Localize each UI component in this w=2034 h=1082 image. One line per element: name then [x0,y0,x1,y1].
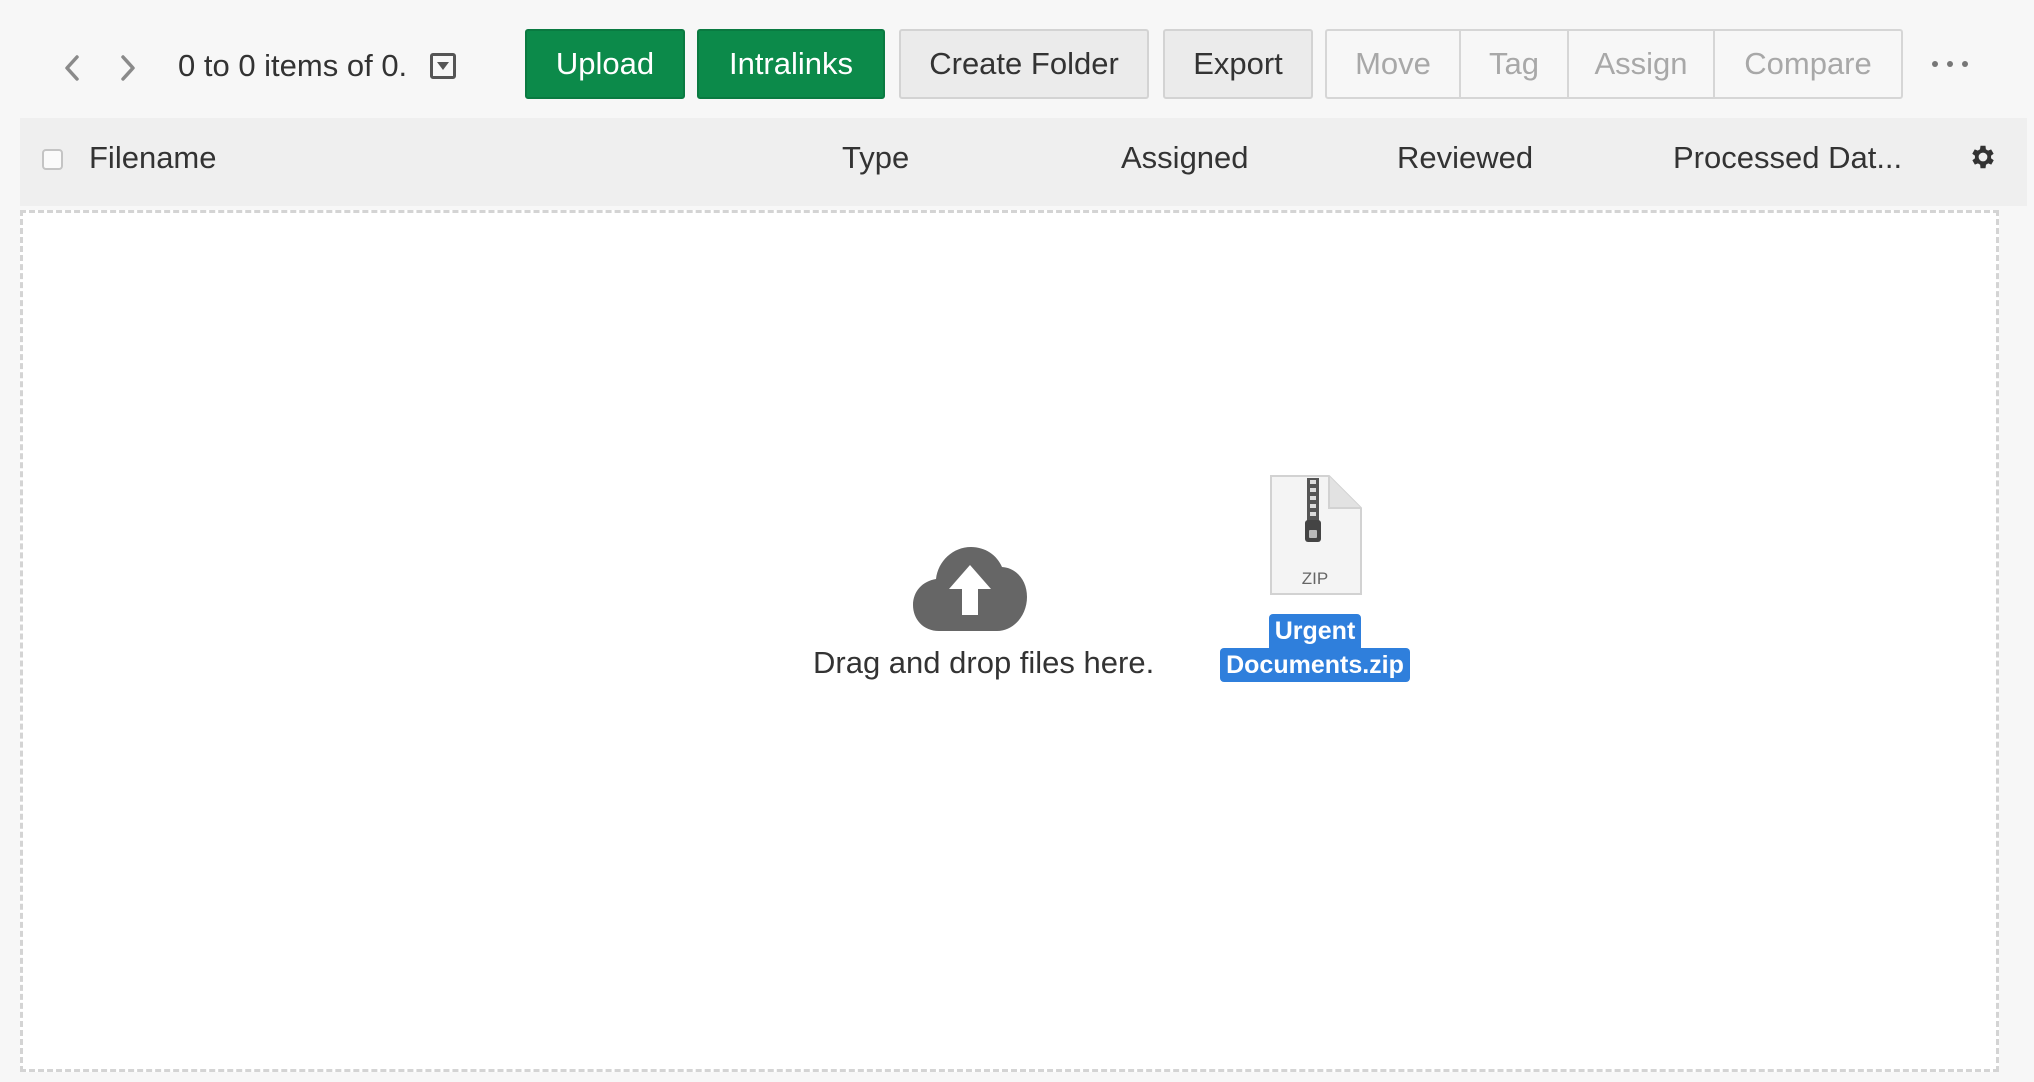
next-page-button[interactable] [110,46,146,90]
move-button[interactable]: Move [1327,31,1461,97]
file-name-line1: Urgent [1268,614,1362,648]
select-all-checkbox[interactable] [42,149,63,170]
export-button[interactable]: Export [1163,29,1313,99]
drop-zone[interactable]: Drag and drop files here. [20,210,1999,1072]
column-processed-date[interactable]: Processed Dat... [1673,140,1902,176]
column-type[interactable]: Type [842,140,909,176]
column-reviewed[interactable]: Reviewed [1397,140,1533,176]
gear-icon[interactable] [1968,142,1998,172]
chevron-left-icon [65,55,79,81]
prev-page-button[interactable] [54,46,90,90]
ellipsis-icon [1932,61,1938,67]
pager-text: 0 to 0 items of 0. [178,48,408,83]
zip-file-icon[interactable]: ZIP [1267,474,1363,596]
more-actions-button[interactable] [1932,50,1968,78]
create-folder-button[interactable]: Create Folder [899,29,1149,99]
dragged-file-name[interactable]: Urgent Documents.zip [1217,614,1413,682]
toolbar: 0 to 0 items of 0. Upload Intralinks Cre… [0,0,2034,116]
compare-button[interactable]: Compare [1715,31,1901,97]
file-type-label: ZIP [1302,569,1328,588]
chevron-right-icon [121,55,135,81]
table-header: Filename Type Assigned Reviewed Processe… [20,118,2027,206]
file-manager: 0 to 0 items of 0. Upload Intralinks Cre… [0,0,2034,1082]
column-assigned[interactable]: Assigned [1121,140,1249,176]
assign-button[interactable]: Assign [1569,31,1715,97]
cloud-upload-icon [913,547,1027,631]
page-size-dropdown[interactable] [430,53,456,79]
selection-actions-group: Move Tag Assign Compare [1325,29,1903,99]
drop-instructions: Drag and drop files here. [813,645,1155,680]
upload-button[interactable]: Upload [525,29,685,99]
caret-down-icon [437,62,449,70]
tag-button[interactable]: Tag [1461,31,1569,97]
intralinks-button[interactable]: Intralinks [697,29,885,99]
column-filename[interactable]: Filename [89,140,217,176]
file-name-line2: Documents.zip [1220,648,1410,682]
